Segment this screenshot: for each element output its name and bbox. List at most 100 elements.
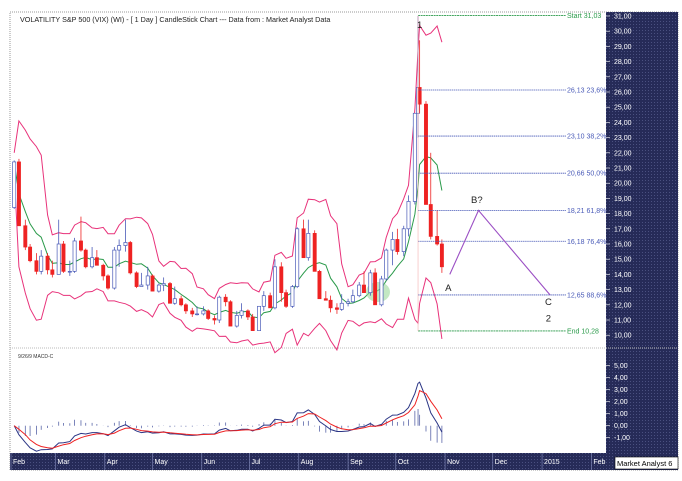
candle xyxy=(217,295,222,324)
price-tick-label: 26,00 xyxy=(614,90,632,97)
candle xyxy=(290,285,295,308)
candle-body xyxy=(123,242,128,246)
macd-tick-label: 4,00 xyxy=(614,375,628,382)
candle-body xyxy=(217,296,222,321)
candle xyxy=(28,244,33,263)
price-tick-label: 22,00 xyxy=(614,150,632,157)
candle xyxy=(272,259,277,310)
price-tick-label: 23,00 xyxy=(614,135,632,142)
date-tick-label: Aug xyxy=(301,459,314,466)
candle-body xyxy=(339,302,344,310)
candle-body xyxy=(412,112,417,202)
candle-body xyxy=(362,284,366,293)
candle-body xyxy=(201,310,206,315)
candle-body xyxy=(390,239,395,251)
macd-label: 9/26/9 MACD-C xyxy=(18,354,54,360)
candle-body xyxy=(290,286,295,307)
candle xyxy=(284,289,289,308)
candle-body xyxy=(228,301,233,327)
date-tick-label: May xyxy=(155,459,169,466)
candle xyxy=(295,227,300,289)
candle xyxy=(317,269,322,300)
candle-body xyxy=(12,161,17,208)
candle xyxy=(412,112,417,205)
price-tick-label: 16,00 xyxy=(614,242,632,249)
price-tick-label: 30,00 xyxy=(614,29,632,36)
candle xyxy=(134,271,139,289)
date-tick-label: Oct xyxy=(398,459,409,466)
candle xyxy=(401,225,406,257)
price-tick-label: 11,00 xyxy=(614,318,631,325)
date-tick-label: Jul xyxy=(252,459,261,466)
macd-tick-label: 2,00 xyxy=(614,399,628,406)
candle-body xyxy=(117,245,122,251)
candle-body xyxy=(245,310,250,318)
candle-body xyxy=(268,295,273,309)
price-tick-label: 28,00 xyxy=(614,59,632,66)
candle-body xyxy=(435,236,440,245)
candle-body xyxy=(179,298,184,306)
date-tick-label: Mar xyxy=(58,459,71,466)
candle-body xyxy=(239,310,244,316)
candle-body xyxy=(72,240,77,272)
price-tick-label: 15,00 xyxy=(614,257,632,264)
candle xyxy=(384,248,389,281)
candle-body xyxy=(161,283,166,286)
candle-body xyxy=(346,301,351,304)
candle-body xyxy=(56,243,61,275)
date-tick-label: Feb xyxy=(13,459,25,466)
candle-body xyxy=(195,313,199,316)
date-tick-label: Jun xyxy=(204,459,215,466)
price-tick-label: 27,00 xyxy=(614,74,632,81)
candle-body xyxy=(379,278,384,306)
wave-label: 1 xyxy=(417,20,422,31)
price-tick-label: 24,00 xyxy=(614,120,632,127)
candle-body xyxy=(317,271,322,300)
fib-level-label: Start 31,03 xyxy=(567,13,601,20)
wave-label: A xyxy=(445,283,452,294)
candle-body xyxy=(395,239,400,252)
candle-body xyxy=(234,315,239,327)
candle-body xyxy=(90,257,95,268)
candle xyxy=(61,240,66,273)
candle-body xyxy=(23,225,28,248)
candle-body xyxy=(67,271,72,273)
candle-body xyxy=(250,316,255,331)
candle xyxy=(206,309,211,320)
candle-body xyxy=(50,269,55,275)
candle-body xyxy=(428,204,433,237)
candle-body xyxy=(295,228,300,287)
candle-body xyxy=(34,260,39,272)
fib-level-label: 23,10 38,2% xyxy=(567,134,606,141)
price-tick-label: 14,00 xyxy=(614,272,632,279)
candle xyxy=(112,247,117,290)
wave-label: C xyxy=(545,297,552,308)
date-tick-label: Dec xyxy=(495,459,508,466)
wave-label: B? xyxy=(471,195,483,206)
candle-body xyxy=(373,272,378,306)
candle xyxy=(257,305,261,331)
candle-body xyxy=(139,284,144,287)
candle-body xyxy=(106,275,110,289)
candle-body xyxy=(168,283,172,304)
candle-body xyxy=(61,243,66,272)
candle xyxy=(12,160,17,210)
candle-body xyxy=(223,296,228,303)
price-tick-label: 19,00 xyxy=(614,196,632,203)
candle xyxy=(156,283,161,293)
date-tick-label: Feb xyxy=(593,459,605,466)
price-tick-label: 20,00 xyxy=(614,181,632,188)
date-tick-label: 2015 xyxy=(544,459,560,466)
candle-body xyxy=(312,233,317,272)
candle-body xyxy=(328,299,333,309)
fib-level-label: 26,13 23,6% xyxy=(567,88,606,95)
candle-body xyxy=(45,255,50,271)
candle-body xyxy=(134,272,139,287)
candle-body xyxy=(368,272,373,293)
candle xyxy=(312,230,317,272)
price-tick-label: 12,00 xyxy=(614,302,632,309)
candle xyxy=(128,240,133,275)
price-tick-label: 25,00 xyxy=(614,105,632,112)
candle-body xyxy=(128,242,133,274)
candle-body xyxy=(272,266,277,309)
